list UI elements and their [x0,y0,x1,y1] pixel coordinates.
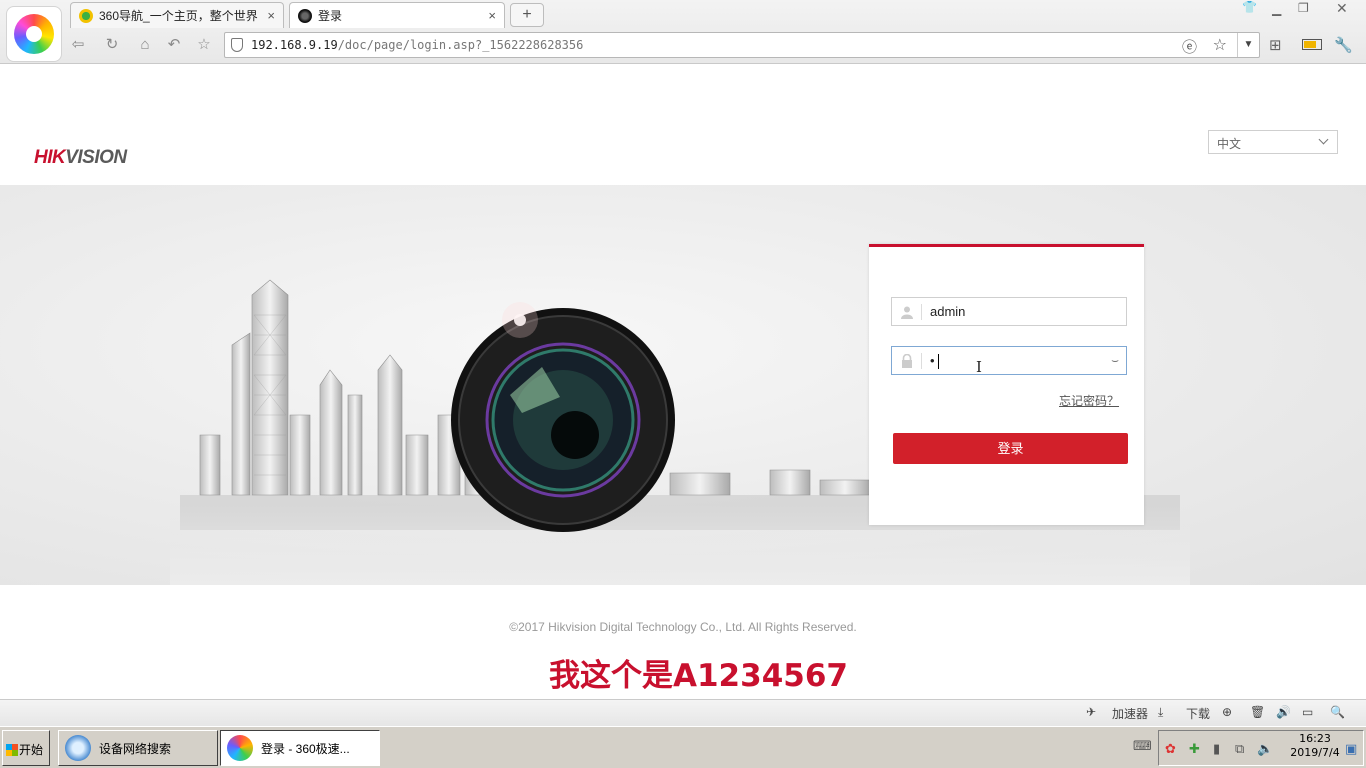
zoom-icon[interactable]: 🔍 [1330,705,1345,719]
windows-logo-icon [6,744,18,756]
forgot-password-link[interactable]: 忘记密码？ [1059,392,1119,409]
clock-date: 2019/7/4 [1290,746,1340,759]
login-banner [0,185,1366,585]
360-browser-icon [14,14,54,54]
new-tab-button[interactable]: + [510,3,544,27]
screen: 360导航_一个主页，整个世界 × 登录 × + 👕 ▁ ❐ ✕ ⇦ ↻ ⌂ ↶… [0,0,1366,768]
close-window-icon[interactable]: ✕ [1336,0,1348,17]
login-panel: admin • ⌣ 忘记密码？ 登录 [869,244,1144,525]
star-icon[interactable]: ☆ [1213,35,1227,55]
username-field[interactable]: admin [891,297,1127,326]
volume-icon[interactable]: 🔊 [1276,705,1291,719]
hikvision-logo: HIKVISION [34,147,127,169]
extensions-icon[interactable]: ⊞ [1269,36,1282,54]
language-value: 中文 [1217,137,1242,151]
start-button[interactable]: 开始 [2,730,50,766]
tab-close-button[interactable]: × [488,8,496,23]
system-clock[interactable]: 16:23 2019/7/4 [1290,732,1340,760]
display-icon[interactable]: ▭ [1302,705,1313,719]
clock-time: 16:23 [1299,732,1331,745]
app-tray-icon[interactable]: ✿ [1165,741,1176,757]
battery-tray-icon[interactable]: ▮ [1213,741,1220,757]
logo-hik: HIK [34,147,66,168]
user-icon [901,306,913,319]
camera-lens-illustration [451,302,675,532]
field-divider [921,353,922,369]
favorite-icon[interactable]: ☆ [192,34,216,56]
taskbar-item-browser[interactable]: 登录 - 360极速... [220,730,380,766]
eye-closed-icon[interactable]: ⌣ [1111,353,1119,368]
annotation-text: 我这个是A1234567 [549,658,848,694]
keyboard-icon[interactable]: ⌨ [1133,738,1152,754]
login-button[interactable]: 登录 [893,433,1128,464]
copyright-text: ©2017 Hikvision Digital Technology Co., … [509,620,857,634]
taskbar-item-device-search[interactable]: 设备网络搜索 [58,730,218,766]
network-icon[interactable]: ⧉ [1235,741,1244,757]
camera-favicon-icon [298,8,312,23]
skin-icon[interactable]: 👕 [1242,0,1257,14]
browser-statusbar: ✈ 加速器 ⤓ 下载 ⊕ 🗑 🔊 ▭ 🔍 [0,699,1366,726]
volume-tray-icon[interactable]: 🔈 [1257,741,1273,757]
back-icon[interactable]: ⇦ [66,34,90,56]
mouse-ibeam-cursor: I [976,358,982,376]
trash-icon[interactable]: 🗑 [1250,705,1265,719]
screenshot-icon[interactable]: ⊕ [1222,705,1232,719]
task-label: 登录 - 360极速... [261,741,350,756]
minimize-icon[interactable]: ▁ [1272,2,1281,16]
field-divider [921,304,922,320]
download-icon[interactable]: ⤓ [1158,705,1163,720]
shield-icon [231,38,243,52]
home-icon[interactable]: ⌂ [133,34,157,56]
download-button[interactable]: 下载 [1186,705,1210,722]
accelerator-button[interactable]: 加速器 [1112,705,1148,722]
url-host: 192.168.9.19 [251,38,338,52]
page-header: HIKVISION 中文 [0,65,1366,185]
start-label: 开始 [19,743,44,757]
tab-login[interactable]: 登录 × [289,2,505,28]
network-search-app-icon [65,735,91,761]
url-path: /doc/page/login.asp?_1562228628356 [337,38,584,52]
username-value: admin [930,304,966,319]
address-bar[interactable]: 192.168.9.19/doc/page/login.asp?_1562228… [224,32,1260,58]
undo-icon[interactable]: ↶ [162,34,186,56]
task-label: 设备网络搜索 [99,741,172,756]
tools-icon[interactable]: 🔧 [1334,36,1353,54]
360-nav-icon [79,8,93,23]
rocket-icon[interactable]: ✈ [1086,705,1096,719]
address-url[interactable]: 192.168.9.19/doc/page/login.asp?_1562228… [251,38,583,52]
browser-logo[interactable] [6,6,62,62]
show-desktop-icon[interactable]: ▣ [1345,741,1357,757]
text-caret [938,354,939,369]
password-mask: • [930,353,935,368]
logo-vision: VISION [65,147,127,168]
dropdown-icon[interactable]: ▼ [1237,33,1259,57]
tab-title: 登录 [318,9,343,23]
360-security-icon[interactable]: ✚ [1189,741,1200,757]
password-field[interactable]: • ⌣ [891,346,1127,375]
chevron-down-icon [1318,134,1329,145]
tab-title: 360导航_一个主页，整个世界 [99,9,258,23]
refresh-icon[interactable]: ↻ [100,34,124,56]
language-select[interactable]: 中文 [1208,130,1338,154]
ie-mode-icon[interactable]: ⓔ [1182,36,1197,57]
360-browser-icon [227,735,253,761]
battery-icon[interactable] [1302,39,1322,50]
lock-icon [902,354,912,368]
tab-close-button[interactable]: × [267,8,275,23]
browser-toolbar: 360导航_一个主页，整个世界 × 登录 × + 👕 ▁ ❐ ✕ ⇦ ↻ ⌂ ↶… [0,0,1366,64]
tab-360-nav[interactable]: 360导航_一个主页，整个世界 × [70,2,284,28]
restore-icon[interactable]: ❐ [1298,1,1309,15]
taskbar: 开始 设备网络搜索 登录 - 360极速... ⌨ ✿ ✚ ▮ ⧉ 🔈 ▣ [0,726,1366,768]
